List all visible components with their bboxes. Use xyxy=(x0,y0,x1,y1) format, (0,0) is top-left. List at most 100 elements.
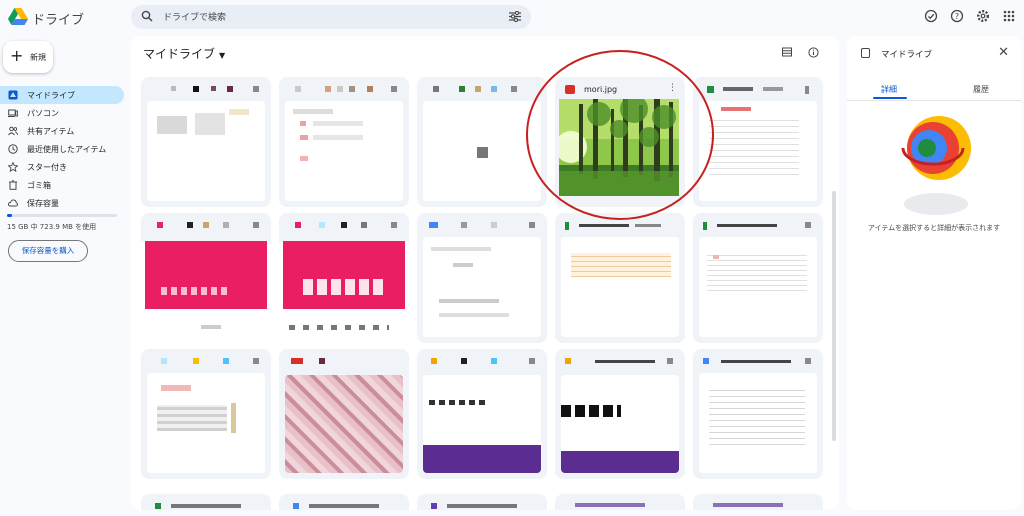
sidebar-item-storage[interactable]: 保存容量 xyxy=(0,194,124,212)
sidebar-item-starred[interactable]: スター付き xyxy=(0,158,124,176)
more-options-icon[interactable]: ⋮ xyxy=(668,83,677,93)
star-icon xyxy=(8,162,18,172)
file-card[interactable] xyxy=(141,349,271,479)
details-title: マイドライブ xyxy=(881,50,933,60)
tab-details[interactable]: 詳細 xyxy=(881,84,897,95)
blurred-pixel xyxy=(227,86,233,92)
file-card[interactable] xyxy=(279,349,409,479)
blurred-pixel xyxy=(155,503,161,509)
blurred-pixel xyxy=(145,241,267,309)
search-bar[interactable]: ドライブで検索 xyxy=(131,5,531,29)
blurred-pixel xyxy=(561,405,621,417)
file-card[interactable] xyxy=(417,349,547,479)
blurred-pixel xyxy=(161,287,231,295)
file-thumbnail xyxy=(285,101,403,201)
file-card-mori[interactable]: mori.jpg ⋮ xyxy=(555,77,685,207)
file-thumbnail xyxy=(423,375,541,473)
blurred-pixel xyxy=(529,222,535,228)
file-card[interactable] xyxy=(141,77,271,207)
blurred-pixel xyxy=(325,86,331,92)
file-card[interactable] xyxy=(141,213,271,343)
scrollbar[interactable] xyxy=(832,191,836,441)
tab-history[interactable]: 履歴 xyxy=(973,84,989,95)
blurred-pixel xyxy=(439,313,509,317)
close-icon[interactable]: ✕ xyxy=(998,45,1009,60)
file-card-header xyxy=(279,77,409,101)
settings-icon[interactable] xyxy=(976,9,990,23)
file-card[interactable] xyxy=(555,494,685,510)
blurred-pixel xyxy=(391,222,397,228)
drive-logo-icon[interactable] xyxy=(8,8,28,26)
file-card[interactable] xyxy=(417,494,547,510)
blurred-pixel xyxy=(461,358,467,364)
file-card-header xyxy=(417,213,547,237)
file-card[interactable] xyxy=(417,213,547,343)
blurred-pixel xyxy=(805,358,811,364)
file-card[interactable] xyxy=(693,77,823,207)
blurred-pixel xyxy=(300,121,306,126)
sidebar-item-computers[interactable]: パソコン xyxy=(0,104,124,122)
file-card[interactable] xyxy=(141,494,271,510)
help-icon[interactable]: ? xyxy=(950,9,964,23)
blurred-pixel xyxy=(253,86,259,92)
drive-folder-icon xyxy=(861,48,870,58)
blurred-pixel xyxy=(289,325,389,330)
file-card[interactable] xyxy=(693,494,823,510)
file-card-header xyxy=(417,77,547,101)
page-title: マイドライブ xyxy=(143,47,216,61)
blurred-pixel xyxy=(211,86,216,91)
file-card[interactable] xyxy=(279,494,409,510)
app-title[interactable]: ドライブ xyxy=(32,9,84,28)
sidebar-item-trash[interactable]: ゴミ箱 xyxy=(0,176,124,194)
file-card[interactable] xyxy=(555,349,685,479)
empty-state-illustration xyxy=(901,116,971,215)
blurred-pixel xyxy=(459,86,465,92)
blurred-pixel xyxy=(721,360,791,363)
new-button[interactable]: + 新規 xyxy=(3,41,53,73)
sidebar-item-my-drive[interactable]: マイドライブ xyxy=(0,86,124,104)
forest-image-thumbnail xyxy=(559,99,679,196)
apps-grid-icon[interactable] xyxy=(1002,9,1016,23)
file-card[interactable] xyxy=(693,213,823,343)
file-card[interactable] xyxy=(279,77,409,207)
list-view-icon[interactable] xyxy=(782,47,792,57)
blurred-pixel xyxy=(805,86,809,94)
search-icon[interactable] xyxy=(141,10,153,22)
buy-storage-button[interactable]: 保存容量を購入 xyxy=(8,240,88,262)
file-thumbnail xyxy=(285,375,403,473)
search-input[interactable]: ドライブで検索 xyxy=(163,10,226,23)
sidebar-item-label: 共有アイテム xyxy=(27,127,75,136)
blurred-pixel xyxy=(283,241,405,309)
sidebar-item-recent[interactable]: 最近使用したアイテム xyxy=(0,140,124,158)
blurred-pixel xyxy=(703,358,709,364)
file-card-header xyxy=(417,349,547,373)
blurred-pixel xyxy=(231,403,236,433)
file-thumbnail xyxy=(423,101,541,201)
blurred-pixel xyxy=(300,156,308,161)
blurred-pixel xyxy=(431,503,437,509)
search-options-icon[interactable] xyxy=(509,11,521,22)
caret-down-icon: ▼ xyxy=(219,51,226,60)
blurred-pixel xyxy=(161,385,191,391)
svg-text:?: ? xyxy=(955,12,959,21)
file-card-header xyxy=(555,349,685,373)
blurred-pixel xyxy=(319,358,325,364)
blurred-pixel xyxy=(717,224,777,227)
blurred-pixel xyxy=(171,504,241,508)
blurred-pixel xyxy=(491,222,497,228)
blurred-pixel xyxy=(161,358,167,364)
sidebar-item-shared[interactable]: 共有アイテム xyxy=(0,122,124,140)
blurred-pixel xyxy=(667,358,673,364)
blurred-pixel xyxy=(571,253,671,277)
file-card[interactable] xyxy=(693,349,823,479)
file-card[interactable] xyxy=(555,213,685,343)
blurred-pixel xyxy=(193,358,199,364)
file-card[interactable] xyxy=(417,77,547,207)
blurred-pixel xyxy=(433,86,439,92)
file-card[interactable] xyxy=(279,213,409,343)
sidebar-item-label: 保存容量 xyxy=(27,199,59,208)
my-drive-dropdown[interactable]: マイドライブ ▼ xyxy=(143,45,225,62)
file-card-header xyxy=(693,349,823,373)
info-icon[interactable] xyxy=(808,47,819,58)
offline-status-icon[interactable] xyxy=(924,9,938,23)
